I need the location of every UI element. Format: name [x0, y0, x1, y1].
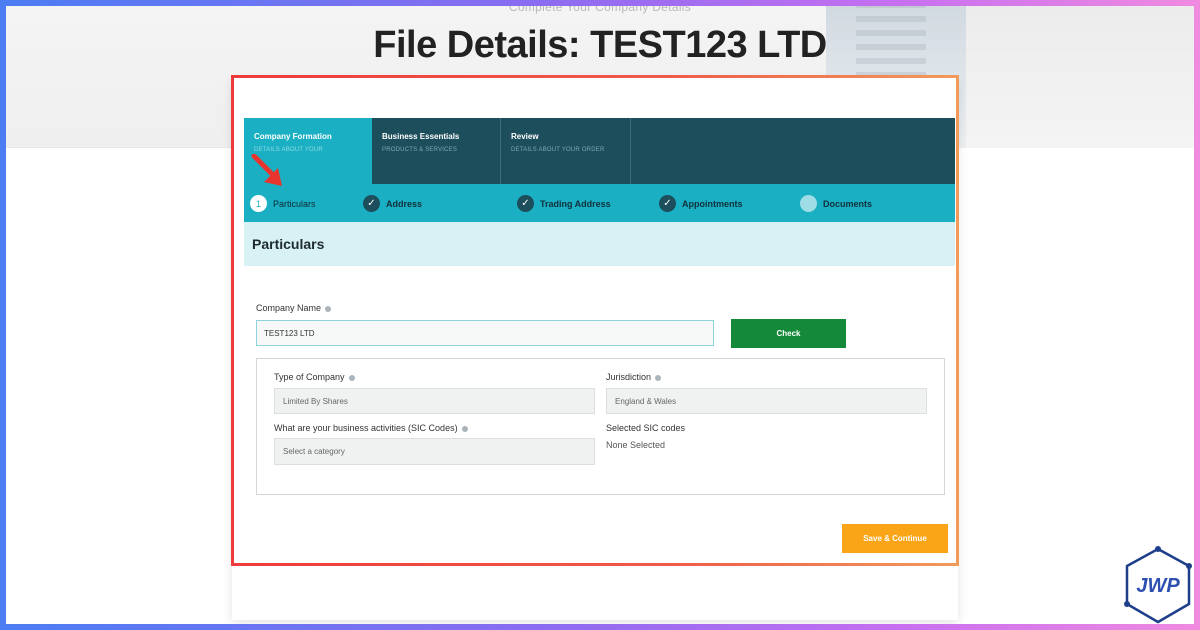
top-step-title: Review — [511, 132, 539, 141]
top-step-business-essentials[interactable]: Business Essentials PRODUCTS & SERVICES — [372, 118, 501, 184]
jwp-logo: JWP — [1124, 546, 1192, 624]
jurisdiction-label: Jurisdiction — [606, 372, 662, 382]
company-details-panel: Type of Company Limited By Shares Jurisd… — [256, 358, 945, 495]
sub-steps-bar: 1 Particulars ✓ Address ✓ Trading Addres… — [244, 184, 955, 222]
sic-category-select[interactable]: Select a category — [274, 438, 595, 465]
sub-step-address[interactable]: ✓ Address — [363, 195, 422, 212]
checkmark-icon: ✓ — [517, 195, 534, 212]
check-button[interactable]: Check — [731, 319, 846, 348]
main-steps-bar: Company Formation DETAILS ABOUT YOUR Bus… — [244, 118, 955, 184]
page-title: File Details: TEST123 LTD — [373, 24, 827, 66]
section-header: Particulars — [244, 222, 955, 266]
top-step-title: Company Formation — [254, 132, 332, 141]
selected-sic-label: Selected SIC codes — [606, 423, 686, 433]
checkmark-icon: ✓ — [363, 195, 380, 212]
sic-codes-label: What are your business activities (SIC C… — [274, 423, 468, 433]
sub-step-particulars[interactable]: 1 Particulars — [250, 195, 316, 212]
company-name-label: Company Name — [256, 303, 332, 313]
top-step-subtitle: PRODUCTS & SERVICES — [382, 147, 458, 153]
help-icon[interactable] — [461, 425, 468, 432]
top-step-review[interactable]: Review DETAILS ABOUT YOUR ORDER — [501, 118, 631, 184]
selected-sic-value: None Selected — [606, 440, 666, 450]
top-step-subtitle: DETAILS ABOUT YOUR — [254, 147, 323, 153]
pending-circle-icon — [800, 195, 817, 212]
sic-codes-label-text: What are your business activities (SIC C… — [274, 423, 458, 433]
hero-subtitle: Complete Your Company Details — [508, 6, 692, 14]
type-of-company-label-text: Type of Company — [274, 372, 345, 382]
jurisdiction-label-text: Jurisdiction — [606, 372, 652, 382]
company-name-label-text: Company Name — [256, 303, 322, 313]
company-name-input[interactable]: TEST123 LTD — [256, 320, 714, 346]
help-icon[interactable] — [325, 305, 332, 312]
sub-step-label: Trading Address — [540, 198, 611, 209]
screenshot-canvas: Complete Your Company Details File Detai… — [6, 6, 1194, 624]
sub-step-label: Particulars — [273, 198, 316, 209]
help-icon[interactable] — [655, 374, 662, 381]
sub-step-label: Appointments — [682, 198, 743, 209]
jurisdiction-field[interactable]: England & Wales — [606, 388, 927, 414]
top-step-title: Business Essentials — [382, 132, 460, 141]
top-step-subtitle: DETAILS ABOUT YOUR ORDER — [511, 147, 605, 153]
type-of-company-field[interactable]: Limited By Shares — [274, 388, 595, 414]
sub-step-appointments[interactable]: ✓ Appointments — [659, 195, 743, 212]
help-icon[interactable] — [348, 374, 355, 381]
checkmark-icon: ✓ — [659, 195, 676, 212]
sub-step-documents[interactable]: Documents — [800, 195, 872, 212]
sub-step-label: Address — [386, 198, 423, 209]
section-title: Particulars — [252, 236, 325, 252]
sub-step-trading-address[interactable]: ✓ Trading Address — [517, 195, 611, 212]
step-number-icon: 1 — [250, 195, 267, 212]
red-arrow-icon — [251, 154, 282, 186]
highlight-frame: Company Formation DETAILS ABOUT YOUR Bus… — [231, 75, 959, 566]
type-of-company-label: Type of Company — [274, 372, 355, 382]
sub-step-label: Documents — [823, 198, 873, 209]
logo-text: JWP — [1136, 575, 1180, 597]
save-continue-button[interactable]: Save & Continue — [842, 524, 948, 553]
